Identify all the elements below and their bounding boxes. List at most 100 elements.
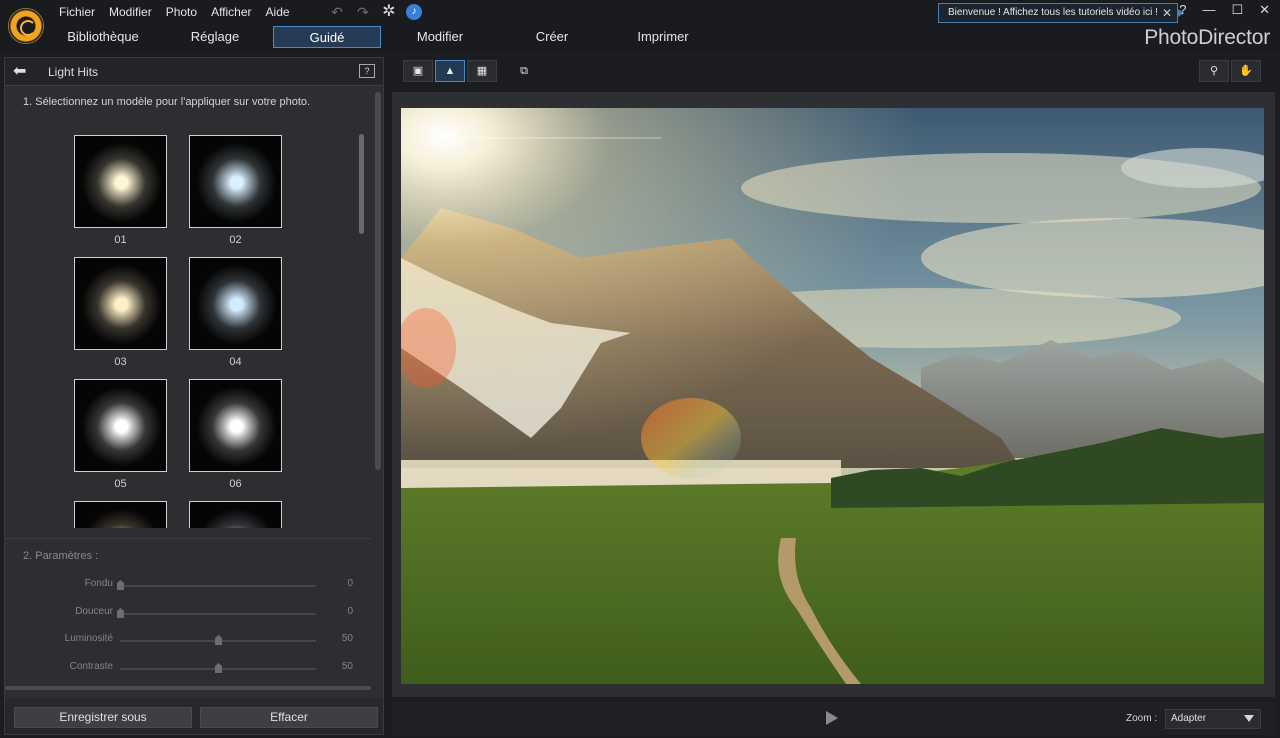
param-brightness-label: Luminosité bbox=[64, 633, 113, 644]
viewer-bottom-bar: Zoom : Adapter bbox=[392, 702, 1275, 735]
template-thumb[interactable] bbox=[189, 257, 282, 350]
undo-icon[interactable]: ↶ bbox=[328, 3, 346, 21]
tab-library[interactable]: Bibliothèque bbox=[48, 26, 158, 48]
save-as-button[interactable]: Enregistrer sous bbox=[14, 707, 192, 728]
before-after-icon[interactable]: ▣ bbox=[403, 60, 433, 82]
param-fade: Fondu 0 bbox=[5, 575, 371, 595]
back-arrow-icon[interactable]: ⬅ bbox=[13, 64, 26, 80]
template-thumb-label: 05 bbox=[114, 478, 127, 490]
template-thumb[interactable] bbox=[74, 501, 167, 528]
template-scrollbar[interactable] bbox=[359, 134, 364, 234]
template-grid: 0102030405060708 bbox=[5, 118, 370, 528]
minimize-icon[interactable]: — bbox=[1202, 2, 1215, 18]
template-thumb[interactable] bbox=[189, 135, 282, 228]
template-thumb[interactable] bbox=[189, 379, 282, 472]
param-contrast-label: Contraste bbox=[69, 661, 113, 672]
param-softness-label: Douceur bbox=[75, 606, 113, 617]
param-fade-track[interactable] bbox=[120, 585, 316, 587]
help-icon[interactable]: ? bbox=[1179, 2, 1186, 18]
guided-panel: ⬅ Light Hits ? 1. Sélectionnez un modèle… bbox=[4, 57, 384, 735]
light-flare-preview bbox=[75, 258, 166, 349]
step2-heading: 2. Paramètres : bbox=[23, 550, 99, 562]
panel-horizontal-scrollbar[interactable] bbox=[5, 686, 371, 690]
panel-header: ⬅ Light Hits ? bbox=[5, 58, 383, 86]
zoom-label: Zoom : bbox=[1126, 713, 1158, 724]
menu-help[interactable]: Aide bbox=[259, 0, 297, 24]
viewer-tools: ⚲ ✋ bbox=[1199, 60, 1261, 82]
zoom-select[interactable]: Adapter bbox=[1165, 709, 1261, 729]
light-flare-preview bbox=[190, 502, 281, 528]
zoom-tool-icon[interactable]: ⚲ bbox=[1199, 60, 1229, 82]
notification-bell-icon[interactable]: ♪ bbox=[406, 4, 422, 20]
template-thumb[interactable] bbox=[74, 379, 167, 472]
step1-instruction: 1. Sélectionnez un modèle pour l'appliqu… bbox=[23, 96, 311, 108]
light-flare-preview bbox=[190, 380, 281, 471]
zoom-value: Adapter bbox=[1171, 713, 1207, 724]
tab-print[interactable]: Imprimer bbox=[608, 26, 718, 48]
viewer-toolbar: ▣ ▲ ▦ ⧉ ⚲ ✋ bbox=[392, 57, 1275, 87]
param-brightness-value: 50 bbox=[341, 633, 353, 644]
title-bar: Fichier Modifier Photo Afficher Aide ↶ ↷… bbox=[0, 0, 1280, 24]
param-contrast: Contraste 50 bbox=[5, 658, 371, 678]
maximize-icon[interactable]: ☐ bbox=[1231, 2, 1243, 18]
panel-scrollbar[interactable] bbox=[375, 92, 381, 470]
light-flare-preview bbox=[75, 380, 166, 471]
settings-gear-icon[interactable]: ✲ bbox=[380, 3, 398, 21]
menu-bar: Fichier Modifier Photo Afficher Aide bbox=[52, 0, 297, 24]
panel-actions: Enregistrer sous Effacer bbox=[5, 698, 383, 734]
param-softness: Douceur 0 bbox=[5, 603, 371, 623]
param-fade-label: Fondu bbox=[84, 578, 113, 589]
template-thumb-label: 04 bbox=[229, 356, 242, 368]
param-fade-slider[interactable] bbox=[117, 580, 124, 590]
template-thumb[interactable] bbox=[189, 501, 282, 528]
menu-photo[interactable]: Photo bbox=[159, 0, 204, 24]
photo-canvas[interactable] bbox=[401, 108, 1264, 684]
light-flare-preview bbox=[75, 136, 166, 227]
landscape-photo bbox=[401, 108, 1264, 684]
menu-file[interactable]: Fichier bbox=[52, 0, 102, 24]
window-controls: ? — ☐ ✕ bbox=[1179, 2, 1270, 18]
template-thumb[interactable] bbox=[74, 135, 167, 228]
param-softness-track[interactable] bbox=[120, 613, 316, 615]
panel-help-icon[interactable]: ? bbox=[359, 64, 375, 78]
template-thumb[interactable] bbox=[74, 257, 167, 350]
photo-viewer bbox=[392, 92, 1275, 697]
menu-edit[interactable]: Modifier bbox=[102, 0, 159, 24]
param-contrast-slider[interactable] bbox=[215, 663, 222, 673]
app-logo-icon bbox=[8, 8, 44, 44]
template-thumb-label: 01 bbox=[114, 234, 127, 246]
param-brightness: Luminosité 50 bbox=[5, 630, 371, 650]
panel-title: Light Hits bbox=[48, 65, 99, 79]
tab-create[interactable]: Créer bbox=[497, 26, 607, 48]
clear-button[interactable]: Effacer bbox=[200, 707, 378, 728]
param-brightness-slider[interactable] bbox=[215, 635, 222, 645]
light-flare-preview bbox=[75, 502, 166, 528]
section-divider bbox=[5, 538, 371, 539]
param-fade-value: 0 bbox=[347, 578, 353, 589]
param-contrast-value: 50 bbox=[341, 661, 353, 672]
chevron-down-icon bbox=[1244, 715, 1254, 722]
single-view-icon[interactable]: ▲ bbox=[435, 60, 465, 82]
tab-edit[interactable]: Modifier bbox=[385, 26, 495, 48]
view-mode-group: ▣ ▲ ▦ ⧉ bbox=[403, 60, 539, 82]
notification-banner[interactable]: Bienvenue ! Affichez tous les tutoriels … bbox=[938, 3, 1184, 23]
template-thumb-label: 03 bbox=[114, 356, 127, 368]
play-icon[interactable] bbox=[826, 711, 838, 725]
close-icon[interactable]: ✕ bbox=[1259, 2, 1270, 18]
hand-tool-icon[interactable]: ✋ bbox=[1231, 60, 1261, 82]
param-softness-value: 0 bbox=[347, 606, 353, 617]
mode-bar: Bibliothèque Réglage Guidé Modifier Crée… bbox=[0, 24, 1280, 52]
compare-view-icon[interactable]: ⧉ bbox=[509, 60, 539, 82]
menu-view[interactable]: Afficher bbox=[204, 0, 258, 24]
notification-text: Bienvenue ! Affichez tous les tutoriels … bbox=[948, 7, 1158, 18]
light-flare-preview bbox=[190, 136, 281, 227]
template-thumb-label: 02 bbox=[229, 234, 242, 246]
param-softness-slider[interactable] bbox=[117, 608, 124, 618]
tab-adjust[interactable]: Réglage bbox=[160, 26, 270, 48]
grid-view-icon[interactable]: ▦ bbox=[467, 60, 497, 82]
tab-guided[interactable]: Guidé bbox=[273, 26, 381, 48]
notification-close-icon[interactable]: ✕ bbox=[1162, 4, 1172, 22]
redo-icon[interactable]: ↷ bbox=[354, 3, 372, 21]
brand-name: PhotoDirector bbox=[1144, 26, 1270, 49]
light-flare-preview bbox=[190, 258, 281, 349]
